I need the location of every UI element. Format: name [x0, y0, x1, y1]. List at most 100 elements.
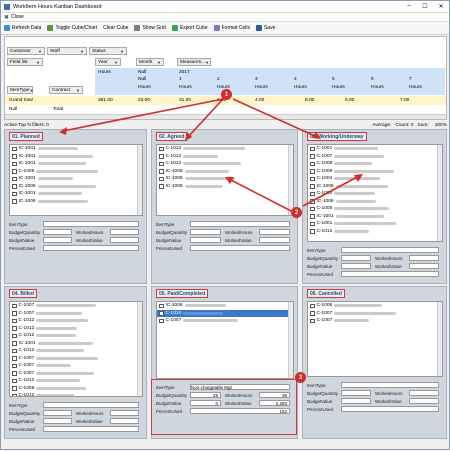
workedhours-field[interactable]: [409, 255, 439, 261]
close-x-icon[interactable]: ✖: [4, 14, 9, 21]
budgetqty-field[interactable]: [43, 410, 72, 416]
item-checkbox[interactable]: [159, 146, 164, 151]
item-checkbox[interactable]: [310, 199, 315, 204]
list-item[interactable]: C-1007: [308, 310, 442, 318]
workedhours-field[interactable]: [110, 229, 139, 235]
panel-item-list[interactable]: IC-1001 IC-1001 IC-1001 C-1005 IC-1001 IC-100…: [9, 144, 143, 216]
item-checkbox[interactable]: [310, 191, 315, 196]
list-item[interactable]: C-1012: [308, 228, 442, 236]
clear-cube-button[interactable]: Clear Cube: [103, 25, 128, 31]
itemtype-field[interactable]: [341, 247, 439, 253]
item-checkbox[interactable]: [12, 356, 17, 361]
item-checkbox[interactable]: [12, 169, 17, 174]
list-item[interactable]: C-1012: [10, 332, 142, 340]
item-checkbox[interactable]: [310, 214, 315, 219]
panel-item-list[interactable]: IC-1006 C-1010 C-1007: [156, 301, 294, 379]
list-item[interactable]: C-1007: [308, 317, 442, 325]
itemtype-field[interactable]: [341, 382, 439, 388]
item-checkbox[interactable]: [12, 191, 17, 196]
item-checkbox[interactable]: [159, 161, 164, 166]
list-item[interactable]: IC-1006: [157, 175, 293, 183]
toggle-button[interactable]: Toggle Cube/Chart: [47, 25, 97, 31]
item-checkbox[interactable]: [12, 154, 17, 159]
list-item[interactable]: IC-1006: [10, 183, 142, 191]
item-checkbox[interactable]: [310, 303, 315, 308]
vertical-scrollbar[interactable]: [137, 145, 142, 215]
item-checkbox[interactable]: [12, 378, 17, 383]
workedvalue-field[interactable]: [110, 418, 139, 424]
item-checkbox[interactable]: [159, 318, 164, 323]
list-item[interactable]: IC-1001: [10, 160, 142, 168]
item-checkbox[interactable]: [12, 311, 17, 316]
list-item[interactable]: IC-1001: [10, 153, 142, 161]
item-checkbox[interactable]: [310, 169, 315, 174]
list-item[interactable]: C-1012: [10, 347, 142, 355]
panel-item-list[interactable]: C-1012 C-1012 C-1012 IC-1006 IC-1006 IC-1006: [156, 144, 294, 216]
item-checkbox[interactable]: [12, 326, 17, 331]
vertical-scrollbar[interactable]: [437, 302, 442, 376]
row-field-contract[interactable]: Contract ▼: [49, 86, 83, 94]
item-checkbox[interactable]: [159, 154, 164, 159]
item-checkbox[interactable]: [310, 311, 315, 316]
item-checkbox[interactable]: [12, 161, 17, 166]
filter-staff[interactable]: Staff ▼: [47, 47, 87, 55]
list-item[interactable]: IC-1001: [308, 213, 442, 221]
col-field-month[interactable]: Month ▼: [136, 58, 164, 66]
row-field-itemtype[interactable]: ItemType ▼: [7, 86, 34, 94]
item-checkbox[interactable]: [12, 184, 17, 189]
itemtype-field[interactable]: [43, 221, 139, 227]
budgetvalue-field[interactable]: [43, 418, 72, 424]
item-checkbox[interactable]: [12, 371, 17, 376]
workedhours-field[interactable]: [110, 410, 139, 416]
budgetvalue-field[interactable]: [190, 237, 221, 243]
list-item[interactable]: C-1007: [10, 362, 142, 370]
list-item[interactable]: C-1007: [10, 310, 142, 318]
workedvalue-field[interactable]: [409, 263, 439, 269]
percentused-field[interactable]: [43, 426, 139, 432]
list-item[interactable]: IC-1001: [10, 190, 142, 198]
item-checkbox[interactable]: [310, 154, 315, 159]
item-checkbox[interactable]: [12, 386, 17, 391]
list-item[interactable]: C-1001: [308, 145, 442, 153]
item-checkbox[interactable]: [12, 318, 17, 323]
filter-status[interactable]: Status ▼: [89, 47, 127, 55]
vertical-scrollbar[interactable]: [288, 145, 293, 215]
list-item[interactable]: IC-1006: [308, 183, 442, 191]
item-checkbox[interactable]: [12, 303, 17, 308]
vertical-scrollbar[interactable]: [137, 302, 142, 396]
list-item[interactable]: C-1012: [10, 377, 142, 385]
percentused-field[interactable]: [190, 245, 290, 251]
list-item[interactable]: C-1012: [157, 145, 293, 153]
list-item[interactable]: C-1007: [10, 302, 142, 310]
list-item[interactable]: IC-1006: [308, 198, 442, 206]
item-checkbox[interactable]: [310, 146, 315, 151]
list-item[interactable]: IC-1001: [10, 175, 142, 183]
list-item[interactable]: C-1006: [308, 302, 442, 310]
list-item[interactable]: C-1001: [308, 220, 442, 228]
item-checkbox[interactable]: [159, 184, 164, 189]
list-item[interactable]: IC-1001: [10, 340, 142, 348]
list-item[interactable]: IC-1006: [10, 198, 142, 206]
close-icon[interactable]: ✕: [433, 3, 449, 10]
list-item[interactable]: C-1007: [10, 355, 142, 363]
item-checkbox[interactable]: [159, 169, 164, 174]
list-item[interactable]: IC-1001: [10, 145, 142, 153]
horizontal-scrollbar[interactable]: [5, 114, 446, 119]
workedvalue-field[interactable]: [110, 237, 139, 243]
list-item[interactable]: C-1008: [308, 160, 442, 168]
workedhours-field[interactable]: [409, 390, 439, 396]
refresh-button[interactable]: Refresh Data: [4, 25, 41, 31]
maximize-icon[interactable]: ☐: [417, 3, 433, 10]
item-checkbox[interactable]: [310, 206, 315, 211]
item-checkbox[interactable]: [159, 303, 164, 308]
vertical-scrollbar[interactable]: [288, 302, 293, 378]
item-checkbox[interactable]: [12, 341, 17, 346]
budgetvalue-field[interactable]: [341, 398, 371, 404]
vertical-scrollbar[interactable]: [437, 145, 442, 241]
panel-item-list[interactable]: C-1007 C-1007 C-1012 C-1012 C-1012 IC-1001 C-1…: [9, 301, 143, 397]
panel-item-list[interactable]: C-1001 C-1007 C-1008 C-1009 C-1004 IC-1006 C-1…: [307, 144, 443, 242]
list-item[interactable]: IC-1006: [157, 168, 293, 176]
save-button[interactable]: Save: [255, 25, 275, 31]
list-item[interactable]: IC-1006: [157, 183, 293, 191]
budgetqty-field[interactable]: [190, 229, 221, 235]
